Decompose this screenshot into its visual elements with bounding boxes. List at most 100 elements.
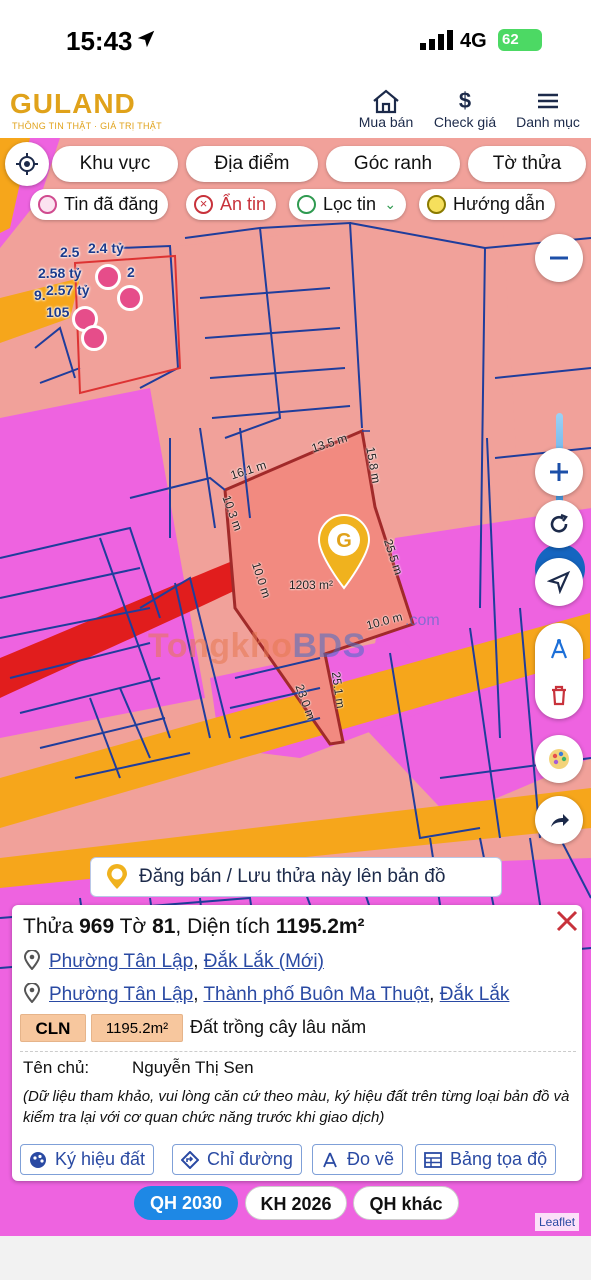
province-link[interactable]: Đắk Lắk (440, 984, 510, 1005)
directions-icon (181, 1151, 199, 1169)
owner-label: Tên chủ: (23, 1058, 90, 1077)
bottom-safe-area (0, 1236, 591, 1280)
navigate-button[interactable] (535, 558, 583, 606)
logo[interactable]: GULAND (10, 88, 136, 120)
map-pin-icon (23, 950, 41, 970)
measure-tools[interactable] (535, 623, 583, 719)
cellular-signal-icon (420, 30, 453, 50)
network-type: 4G (460, 30, 487, 52)
table-icon (424, 1152, 442, 1168)
filter-parcel-button[interactable]: Tờ thửa (468, 146, 586, 182)
land-type: Đất trồng cây lâu năm (190, 1017, 367, 1037)
hide-icon: × (194, 195, 213, 214)
map-attribution[interactable]: Leaflet (535, 1213, 580, 1231)
close-icon[interactable] (553, 907, 581, 935)
clock: 15:43 (66, 26, 133, 56)
location-arrow-icon (137, 30, 155, 48)
parcel-title: Thửa 969 Tờ 81, Diện tích 1195.2m² (23, 915, 365, 938)
land-code-badge: CLN (20, 1014, 86, 1042)
chevron-down-icon: ⌄ (384, 196, 397, 212)
status-bar: 15:43 4G 62 (0, 0, 591, 80)
refresh-button[interactable] (535, 500, 583, 548)
dollar-icon: $ (458, 88, 472, 113)
filter-icon (297, 195, 316, 214)
palette-icon (549, 749, 569, 769)
trash-icon (552, 685, 566, 706)
zoom-out-button[interactable] (535, 234, 583, 282)
app-header: GULAND THÔNG TIN THẬT · GIÁ TRỊ THẬT Mua… (0, 80, 591, 140)
land-symbol-button[interactable]: Ký hiệu đất (20, 1144, 155, 1175)
owner-name: Nguyễn Thị Sen (132, 1058, 254, 1077)
filter-place-button[interactable]: Địa điểm (186, 146, 318, 182)
crosshair-icon (16, 153, 38, 175)
listing-marker[interactable] (117, 285, 143, 311)
price-label[interactable]: 105 (46, 304, 69, 320)
price-label[interactable]: 2.4 tỷ (88, 240, 124, 256)
zoom-in-button[interactable] (535, 448, 583, 496)
navigation-arrow-icon (547, 570, 571, 594)
compass-draw-icon (323, 1152, 337, 1168)
map-pin-icon (23, 983, 41, 1003)
filter-area-button[interactable]: Khu vực (52, 146, 178, 182)
price-label[interactable]: 2.58 tỷ (38, 265, 82, 281)
check-price-label: Check giá (433, 114, 497, 130)
post-parcel-label: Đăng bán / Lưu thửa này lên bản đồ (139, 866, 446, 887)
guide-chip[interactable]: Hướng dẫn (419, 189, 555, 220)
refresh-icon (550, 513, 568, 533)
city-link[interactable]: Thành phố Buôn Ma Thuột (203, 984, 429, 1005)
province-link[interactable]: Đắk Lắk (Mới) (204, 951, 324, 972)
price-label[interactable]: 2 (127, 264, 135, 280)
directions-button[interactable]: Chỉ đường (172, 1144, 302, 1175)
layer-style-button[interactable] (535, 735, 583, 783)
measure-draw-label: Đo vẽ (347, 1149, 395, 1169)
guide-icon (427, 195, 446, 214)
ward-link[interactable]: Phường Tân Lập (49, 984, 193, 1005)
posted-icon (38, 195, 57, 214)
land-symbol-label: Ký hiệu đất (55, 1149, 146, 1169)
svg-text:G: G (336, 530, 352, 552)
guide-label: Hướng dẫn (453, 194, 545, 214)
filter-listings-chip[interactable]: Lọc tin ⌄ (289, 189, 407, 220)
listing-marker[interactable] (81, 325, 107, 351)
directions-label: Chỉ đường (207, 1149, 293, 1169)
filter-corner-button[interactable]: Góc ranh (326, 146, 460, 182)
guland-pin-icon (107, 864, 127, 889)
coordinate-table-label: Bảng tọa độ (450, 1149, 548, 1169)
parcel-marker-icon[interactable]: G (315, 512, 373, 590)
address-new: Phường Tân Lập, Đắk Lắk (Mới) (23, 950, 324, 973)
watermark-suffix: .com (405, 612, 440, 629)
coordinate-table-button[interactable]: Bảng tọa độ (415, 1144, 557, 1175)
price-label[interactable]: 2.57 tỷ (46, 282, 90, 298)
price-label[interactable]: 2.5 (60, 244, 79, 260)
hide-listings-label: Ẩn tin (220, 194, 267, 214)
posted-listings-chip[interactable]: Tin đã đăng (30, 189, 169, 220)
check-price-button[interactable]: $ Check giá (430, 88, 500, 136)
plus-icon (550, 463, 568, 481)
buy-sell-button[interactable]: Mua bán (356, 88, 416, 136)
measure-draw-button[interactable]: Đo vẽ (312, 1144, 404, 1175)
filter-listings-label: Lọc tin (323, 194, 377, 214)
locate-me-button[interactable] (5, 142, 49, 186)
address-old: Phường Tân Lập, Thành phố Buôn Ma Thuột,… (23, 983, 509, 1006)
post-parcel-button[interactable]: Đăng bán / Lưu thửa này lên bản đồ (90, 857, 502, 897)
menu-button[interactable]: Danh mục (512, 88, 584, 136)
tab-kh-2026[interactable]: KH 2026 (245, 1186, 347, 1220)
parcel-info-panel: Thửa 969 Tờ 81, Diện tích 1195.2m² Phườn… (12, 905, 582, 1181)
tab-qh-other[interactable]: QH khác (353, 1186, 459, 1220)
land-area-badge: 1195.2m² (91, 1014, 183, 1042)
price-label[interactable]: 9. (34, 287, 46, 303)
listing-marker[interactable] (95, 264, 121, 290)
hide-listings-chip[interactable]: × Ẩn tin (186, 189, 277, 220)
buy-sell-label: Mua bán (358, 114, 414, 130)
tab-qh-2030[interactable]: QH 2030 (134, 1186, 238, 1220)
minus-icon (550, 256, 568, 260)
palette-icon (30, 1152, 46, 1168)
ward-link[interactable]: Phường Tân Lập (49, 951, 193, 972)
battery-indicator: 62 (498, 29, 542, 51)
share-icon (551, 814, 569, 827)
logo-tagline: THÔNG TIN THẬT · GIÁ TRỊ THẬT (12, 121, 162, 131)
compass-draw-icon (550, 639, 568, 659)
house-icon (373, 89, 399, 114)
share-button[interactable] (535, 796, 583, 844)
divider (20, 1051, 576, 1052)
